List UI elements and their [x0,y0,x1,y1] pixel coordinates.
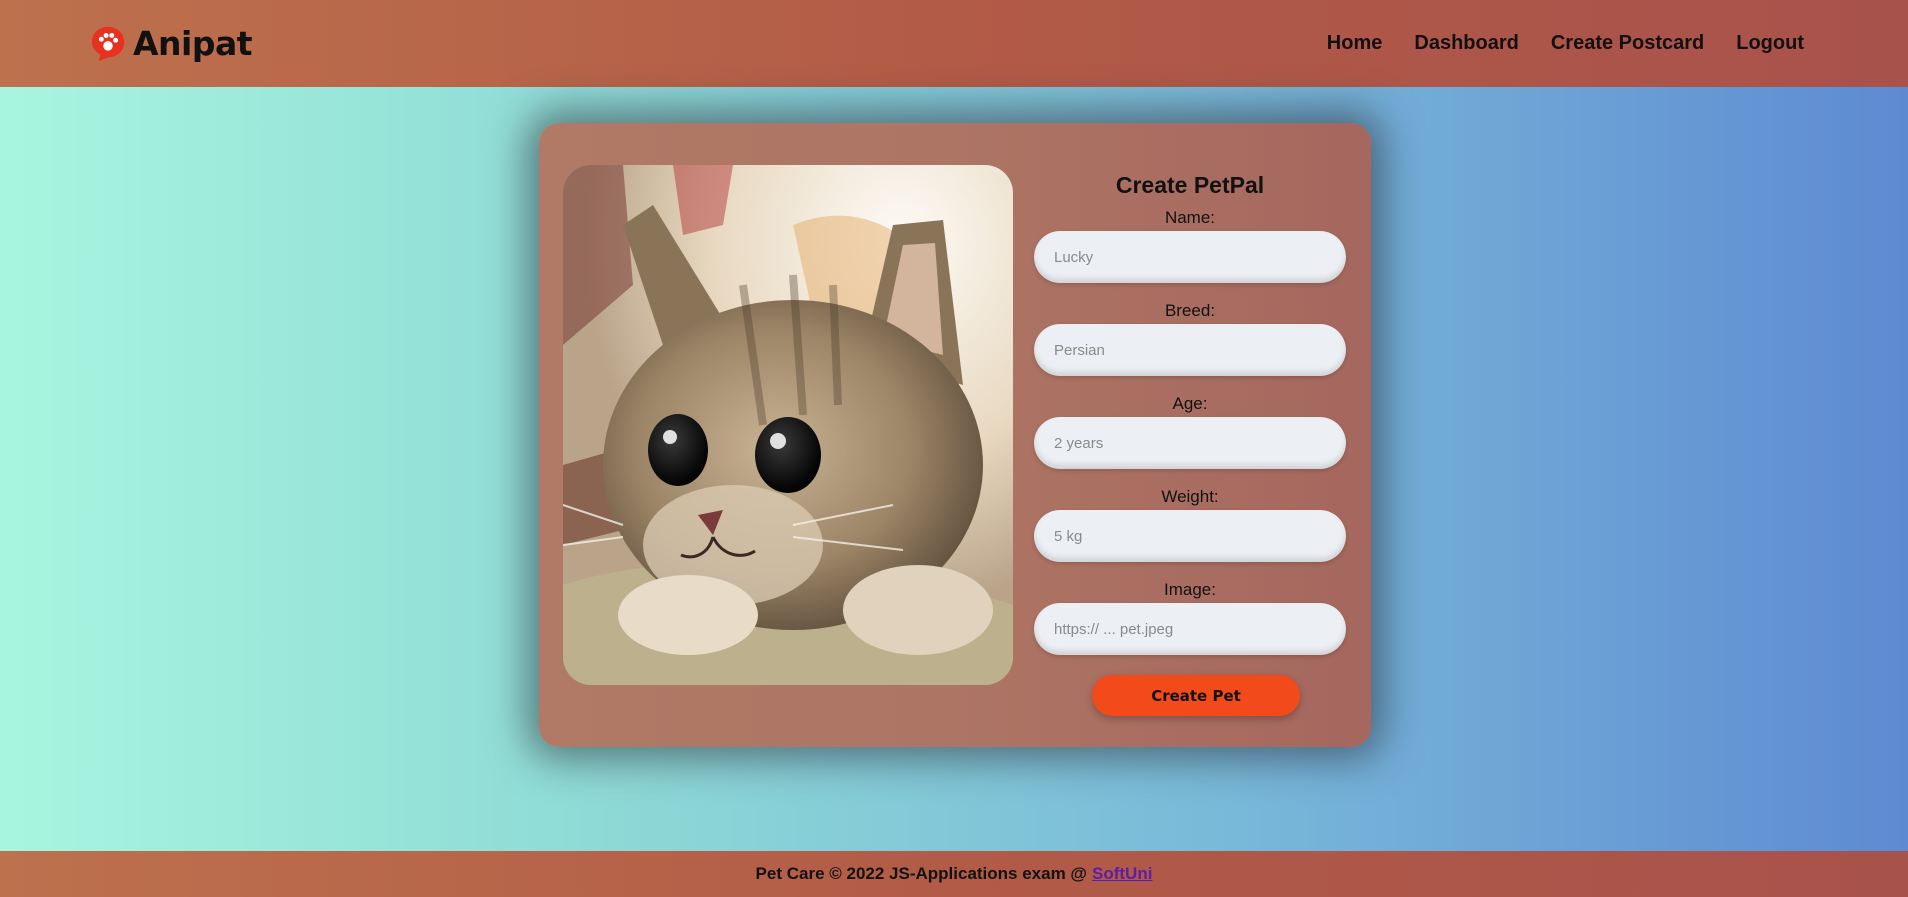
weight-label: Weight: [1161,487,1219,506]
site-footer: Pet Care © 2022 JS-Applications exam @ S… [0,851,1908,897]
name-label: Name: [1164,208,1216,227]
nav-logout[interactable]: Logout [1736,32,1804,55]
breed-label: Breed: [1164,301,1216,320]
nav-home[interactable]: Home [1327,32,1383,55]
form-title: Create PetPal [1115,172,1265,198]
weight-input[interactable] [1034,510,1346,562]
breed-input[interactable] [1034,324,1346,376]
name-input[interactable] [1034,231,1346,283]
create-pet-button[interactable]: Create Pet [1092,675,1300,716]
age-input[interactable] [1034,417,1346,469]
logo-text: Anipat [133,24,253,63]
create-pet-card: Create PetPal Name: Breed: Age: Weight: … [539,123,1371,747]
site-header: Anipat Home Dashboard Create Postcard Lo… [0,0,1908,87]
footer-text: Pet Care © 2022 JS-Applications exam @ [755,864,1088,883]
kitten-illustration [563,165,1013,685]
image-label: Image: [1164,580,1216,599]
paw-chat-icon [91,26,125,61]
softuni-link[interactable]: SoftUni [1092,864,1152,884]
nav-dashboard[interactable]: Dashboard [1414,32,1518,55]
nav-create-postcard[interactable]: Create Postcard [1551,32,1704,55]
kitten-image [563,165,1013,685]
create-pet-form: Create PetPal Name: Breed: Age: Weight: … [1034,165,1346,716]
age-label: Age: [1172,394,1208,413]
image-url-input[interactable] [1034,603,1346,655]
logo[interactable]: Anipat [89,24,253,63]
main-nav: Home Dashboard Create Postcard Logout [1327,32,1804,55]
